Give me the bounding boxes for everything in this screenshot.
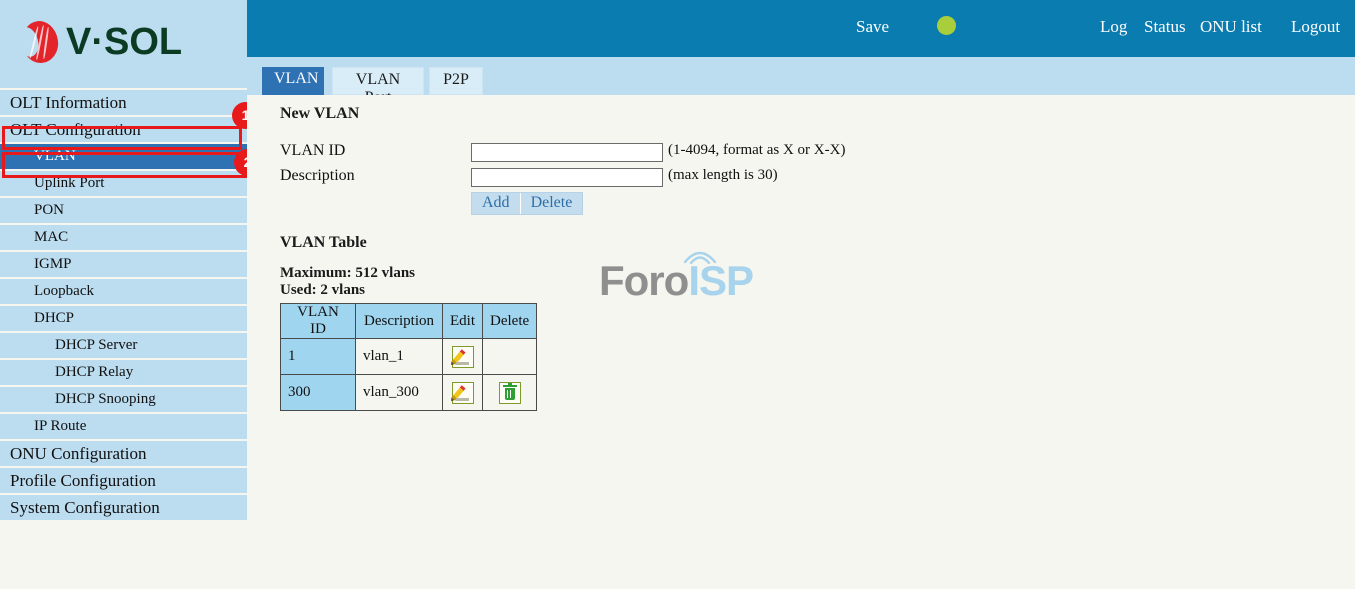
top-bar: Save Log Status ONU list Logout — [247, 0, 1355, 57]
sidebar-item-onu-configuration[interactable]: ONU Configuration — [0, 441, 247, 466]
watermark-foroisp: ForoISP — [599, 251, 754, 304]
sidebar-item-vlan[interactable]: VLAN — [0, 144, 247, 169]
tab-vlan[interactable]: VLAN — [262, 67, 324, 95]
cell-description: vlan_300 — [355, 374, 443, 411]
cell-edit — [442, 338, 483, 375]
watermark-text-foro: Foro — [599, 257, 689, 304]
description-label: Description — [280, 167, 355, 184]
sidebar-item-dhcp[interactable]: DHCP — [0, 306, 247, 331]
column-header-delete: Delete — [481, 303, 538, 339]
edit-pencil-icon[interactable] — [450, 381, 474, 404]
sidebar-item-system-configuration[interactable]: System Configuration — [0, 495, 247, 520]
cell-description: vlan_1 — [355, 338, 443, 375]
brand-logo[interactable]: V·SOL — [14, 18, 183, 66]
vlan-maximum-text: Maximum: 512 vlans — [280, 265, 415, 281]
vlan-id-input[interactable] — [471, 143, 663, 162]
vsol-leaf-icon — [14, 18, 61, 66]
description-input[interactable] — [471, 168, 663, 187]
delete-trash-icon[interactable] — [498, 381, 521, 404]
table-row: 300 vlan_300 — [280, 374, 538, 411]
cell-delete — [481, 338, 538, 375]
sidebar-item-profile-configuration[interactable]: Profile Configuration — [0, 468, 247, 493]
new-vlan-heading: New VLAN — [280, 105, 360, 122]
sidebar-item-dhcp-snooping[interactable]: DHCP Snooping — [0, 387, 247, 412]
cell-edit — [442, 374, 483, 411]
cell-delete — [481, 374, 538, 411]
sidebar-item-olt-information[interactable]: OLT Information — [0, 90, 247, 115]
add-button[interactable]: Add — [472, 193, 520, 214]
vlan-id-label: VLAN ID — [280, 142, 346, 159]
cell-vlan-id: 1 — [280, 338, 356, 375]
sidebar: OLT Information OLT Configuration VLAN U… — [0, 90, 247, 522]
column-header-edit: Edit — [442, 303, 483, 339]
sidebar-item-dhcp-relay[interactable]: DHCP Relay — [0, 360, 247, 385]
vlan-used-text: Used: 2 vlans — [280, 282, 366, 298]
column-header-description: Description — [355, 303, 443, 339]
vlan-table: VLAN ID Description Edit Delete 1 vlan_1… — [280, 303, 538, 411]
wifi-arcs-icon — [683, 251, 717, 264]
brand-logo-text: V·SOL — [66, 21, 183, 63]
main-content: New VLAN VLAN ID (1-4094, format as X or… — [247, 95, 1355, 589]
form-button-group: Add Delete — [471, 192, 584, 215]
vlan-table-heading: VLAN Table — [280, 234, 367, 251]
cell-vlan-id: 300 — [280, 374, 356, 411]
sidebar-item-olt-configuration[interactable]: OLT Configuration — [0, 117, 247, 142]
save-button[interactable]: Save — [856, 17, 889, 37]
sidebar-item-igmp[interactable]: IGMP — [0, 252, 247, 277]
tab-bar: VLAN VLAN Port P2P — [247, 57, 1355, 106]
status-indicator-icon — [937, 16, 956, 35]
sidebar-item-pon[interactable]: PON — [0, 198, 247, 223]
nav-link-status[interactable]: Status — [1144, 17, 1186, 37]
logout-button[interactable]: Logout — [1291, 17, 1340, 37]
sidebar-item-uplink-port[interactable]: Uplink Port — [0, 171, 247, 196]
tab-vlan-port[interactable]: VLAN Port — [332, 67, 424, 106]
delete-button[interactable]: Delete — [519, 193, 583, 214]
table-row: 1 vlan_1 — [280, 338, 538, 375]
watermark-text-isp: ISP — [688, 257, 754, 304]
edit-pencil-icon[interactable] — [450, 345, 474, 368]
sidebar-item-mac[interactable]: MAC — [0, 225, 247, 250]
sidebar-item-ip-route[interactable]: IP Route — [0, 414, 247, 439]
tab-p2p[interactable]: P2P — [429, 67, 483, 95]
nav-link-log[interactable]: Log — [1100, 17, 1127, 37]
table-header-row: VLAN ID Description Edit Delete — [280, 303, 538, 339]
sidebar-item-loopback[interactable]: Loopback — [0, 279, 247, 304]
sidebar-item-dhcp-server[interactable]: DHCP Server — [0, 333, 247, 358]
nav-link-onu-list[interactable]: ONU list — [1200, 17, 1262, 37]
description-hint: (max length is 30) — [668, 167, 778, 183]
vlan-id-hint: (1-4094, format as X or X-X) — [668, 142, 846, 158]
column-header-vlan-id: VLAN ID — [280, 303, 356, 339]
logo-panel: V·SOL — [0, 0, 247, 88]
